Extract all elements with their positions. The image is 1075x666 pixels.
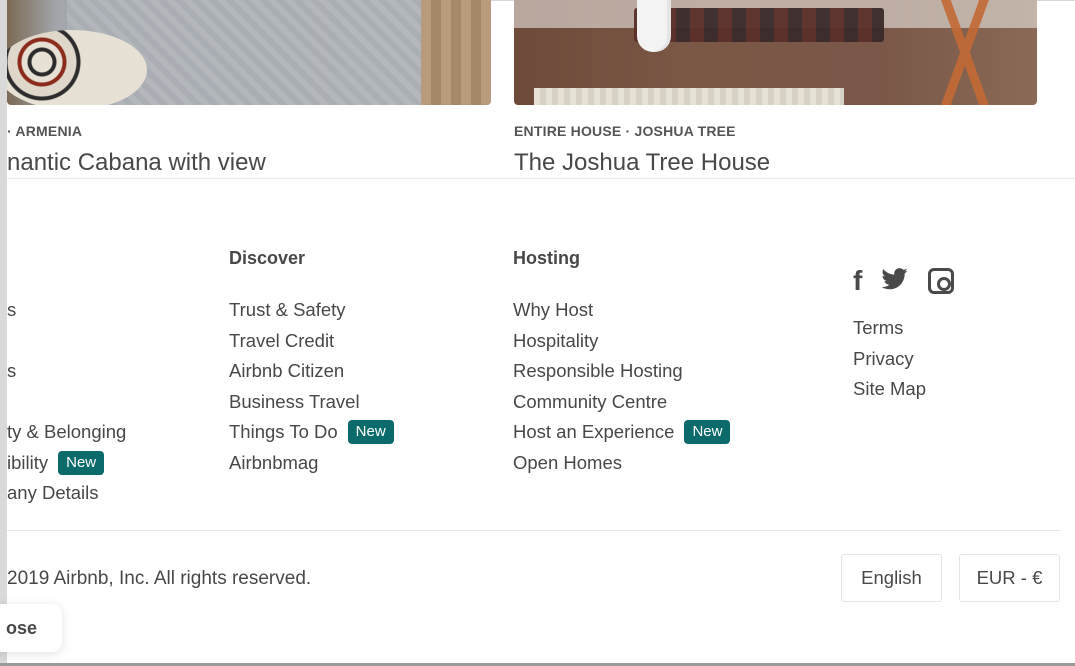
listing-subtitle: ENTIRE HOUSE · JOSHUA TREE bbox=[514, 123, 736, 139]
listing-image-2[interactable] bbox=[514, 0, 1037, 105]
footer-link[interactable]: Travel Credit bbox=[229, 326, 394, 357]
footer-link[interactable]: ty & Belonging bbox=[7, 417, 126, 448]
footer-heading-hosting: Hosting bbox=[513, 248, 580, 268]
listing-subtitle: · ARMENIA bbox=[7, 123, 83, 139]
listing-title[interactable]: nantic Cabana with view bbox=[7, 149, 266, 177]
footer-link-label[interactable]: Business Travel bbox=[229, 391, 360, 413]
footer-link-label[interactable]: any Details bbox=[7, 482, 99, 504]
language-button-label: English bbox=[861, 567, 922, 588]
footer-link-label[interactable]: Open Homes bbox=[513, 452, 622, 474]
footer-link-label[interactable]: Airbnb Citizen bbox=[229, 360, 344, 382]
footer-link[interactable]: Business Travel bbox=[229, 387, 394, 418]
footer-link[interactable]: Host an Experience New bbox=[513, 417, 731, 448]
footer-link[interactable]: Trust & Safety bbox=[229, 295, 394, 326]
footer-link[interactable]: Privacy bbox=[853, 344, 926, 375]
site-map-link[interactable]: Site Map bbox=[853, 378, 926, 400]
footer-link[interactable] bbox=[7, 326, 126, 357]
footer-heading-discover: Discover bbox=[229, 248, 306, 268]
privacy-link[interactable]: Privacy bbox=[853, 348, 914, 370]
footer-link-label[interactable]: s bbox=[7, 360, 16, 382]
footer-column: s s ty & Belonging ibility New any Detai… bbox=[7, 295, 126, 509]
page: · ARMENIA nantic Cabana with view ENTIRE… bbox=[0, 0, 1075, 666]
footer-link[interactable]: s bbox=[7, 356, 126, 387]
footer-link-label[interactable]: Community Centre bbox=[513, 391, 667, 413]
instagram-icon[interactable] bbox=[928, 268, 955, 294]
left-scroll-edge bbox=[0, 0, 7, 666]
footer-column-hosting: Why Host Hospitality Responsible Hosting… bbox=[513, 295, 731, 479]
footer-link-label[interactable]: Things To Do bbox=[229, 421, 338, 443]
listing-image-1[interactable] bbox=[7, 0, 491, 105]
listing-title[interactable]: The Joshua Tree House bbox=[514, 149, 770, 177]
footer-link-label[interactable]: s bbox=[7, 299, 16, 321]
footer-link[interactable]: Open Homes bbox=[513, 448, 730, 479]
footer-link-label[interactable]: Travel Credit bbox=[229, 330, 334, 352]
footer-link-label[interactable]: Hospitality bbox=[513, 330, 598, 352]
new-badge: New bbox=[684, 420, 731, 445]
close-button-label: ose bbox=[6, 617, 38, 638]
currency-button[interactable]: EUR - € bbox=[959, 554, 1060, 602]
footer-link[interactable]: Site Map bbox=[853, 374, 926, 405]
facebook-icon[interactable]: f bbox=[853, 265, 862, 297]
language-button[interactable]: English bbox=[841, 554, 942, 602]
footer-link[interactable] bbox=[7, 387, 126, 418]
footer-legal-links: Terms Privacy Site Map bbox=[853, 313, 926, 405]
footer-link[interactable]: ibility New bbox=[7, 448, 126, 479]
image-detail bbox=[534, 88, 844, 105]
new-badge: New bbox=[347, 420, 394, 445]
image-detail bbox=[634, 8, 884, 42]
copyright-text: 2019 Airbnb, Inc. All rights reserved. bbox=[7, 568, 312, 589]
image-detail bbox=[7, 30, 147, 105]
image-detail bbox=[917, 0, 1017, 105]
footer-link-label[interactable]: Trust & Safety bbox=[229, 299, 346, 321]
social-links: f bbox=[853, 264, 955, 298]
twitter-icon[interactable] bbox=[881, 265, 908, 297]
image-detail bbox=[637, 0, 671, 52]
currency-button-label: EUR - € bbox=[976, 567, 1043, 588]
footer-link-label[interactable]: Why Host bbox=[513, 299, 593, 321]
footer-link[interactable]: Responsible Hosting bbox=[513, 356, 730, 387]
terms-link[interactable]: Terms bbox=[853, 317, 903, 339]
footer-link[interactable]: any Details bbox=[7, 478, 126, 509]
close-button[interactable]: ose bbox=[0, 604, 62, 652]
footer-divider bbox=[7, 530, 1060, 531]
footer-link[interactable]: Things To Do New bbox=[229, 417, 394, 448]
footer-link-label[interactable]: Airbnbmag bbox=[229, 452, 318, 474]
footer-link[interactable]: Terms bbox=[853, 313, 926, 344]
image-detail bbox=[421, 0, 491, 105]
footer-link-label[interactable]: ibility bbox=[7, 452, 48, 474]
footer-column-discover: Trust & Safety Travel Credit Airbnb Citi… bbox=[229, 295, 394, 478]
footer-link[interactable]: Community Centre bbox=[513, 387, 730, 418]
footer-link[interactable]: Airbnb Citizen bbox=[229, 356, 394, 387]
footer-link[interactable]: Why Host bbox=[513, 295, 730, 326]
footer-link-label[interactable]: ty & Belonging bbox=[7, 421, 126, 443]
footer-link[interactable]: Hospitality bbox=[513, 326, 730, 357]
new-badge: New bbox=[58, 450, 105, 475]
footer-link-label[interactable]: Responsible Hosting bbox=[513, 360, 683, 382]
footer-link[interactable]: s bbox=[7, 295, 126, 326]
footer-link-label[interactable]: Host an Experience bbox=[513, 421, 674, 443]
footer-link[interactable]: Airbnbmag bbox=[229, 448, 394, 479]
section-divider bbox=[7, 178, 1075, 179]
